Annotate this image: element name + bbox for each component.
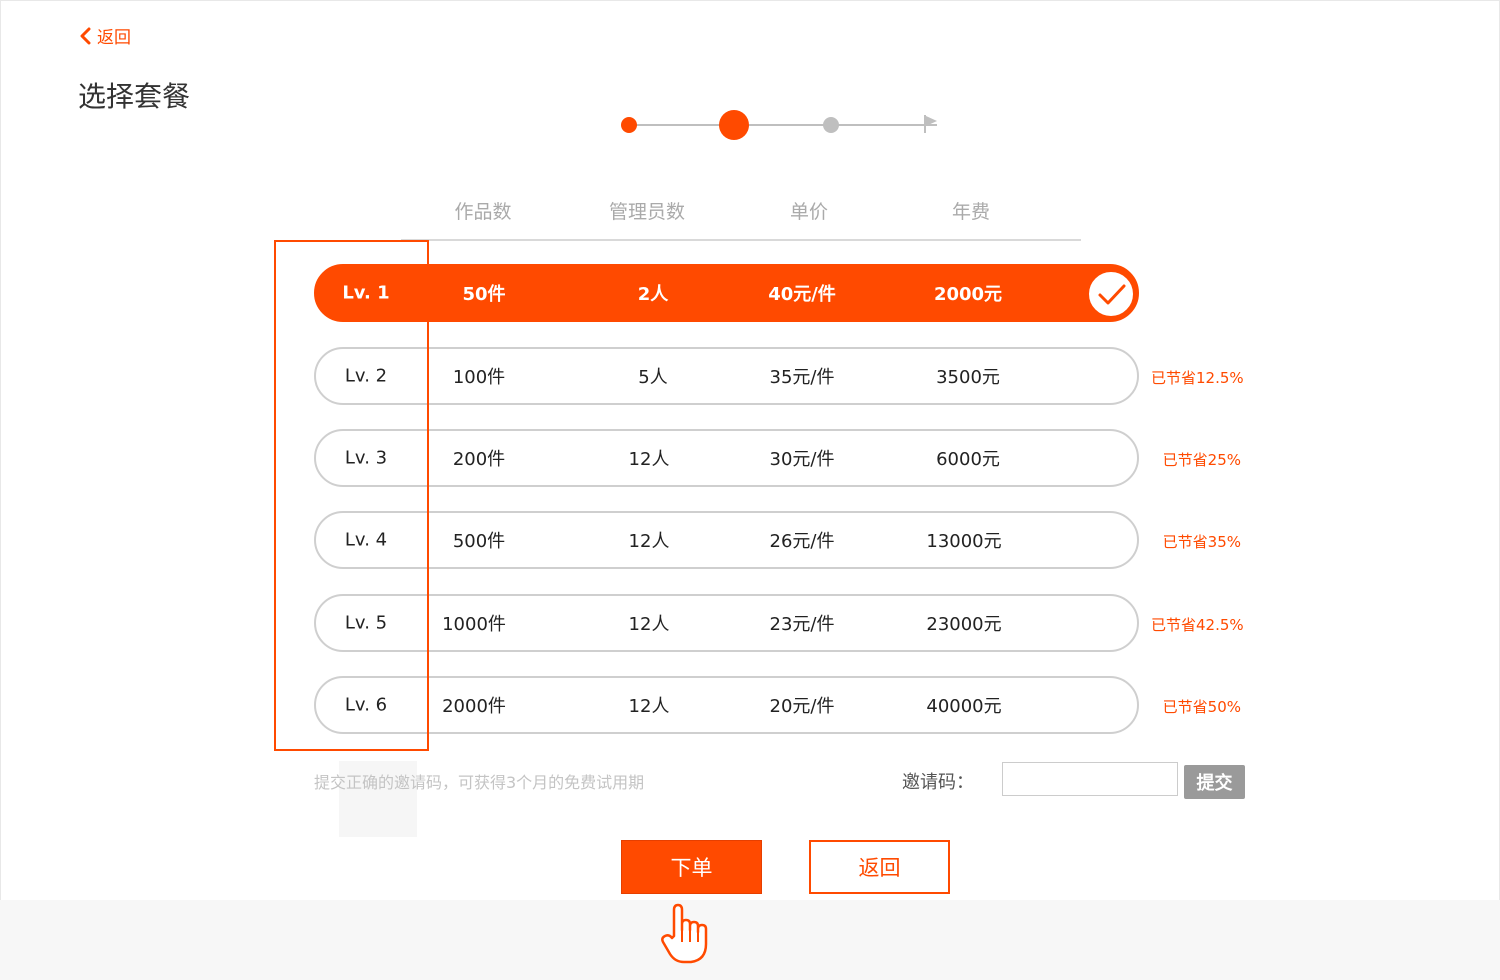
plan-saving-lv2: 已节省12.5% [1151,369,1244,387]
plan-annual-fee: 13000元 [926,531,1002,552]
plan-unit-price: 30元/件 [769,449,835,470]
plan-annual-fee: 23000元 [926,614,1002,635]
step-3-dot [823,117,839,133]
step-1-dot [621,117,637,133]
plan-row-lv5[interactable]: Lv. 5 1000件 12人 23元/件 23000元 [314,594,1139,652]
plan-unit-price: 20元/件 [769,696,835,717]
plan-unit-price: 26元/件 [769,531,835,552]
step-connector [747,124,937,126]
plan-row-lv3[interactable]: Lv. 3 200件 12人 30元/件 6000元 [314,429,1139,487]
column-header-unit-price: 单价 [789,201,829,223]
selected-badge [1087,270,1135,318]
plan-level: Lv. 3 [344,447,388,469]
plan-works: 2000件 [442,696,506,717]
invite-submit-button[interactable]: 提交 [1184,765,1245,799]
plan-annual-fee: 6000元 [936,449,1000,470]
back-link-label: 返回 [97,28,131,48]
plan-level: Lv. 5 [344,612,388,634]
plan-row-lv4[interactable]: Lv. 4 500件 12人 26元/件 13000元 [314,511,1139,569]
hand-pointer-icon [661,903,708,964]
plan-admins: 5人 [638,367,668,388]
plan-works: 50件 [462,284,506,305]
plan-admins: 12人 [628,531,670,552]
plan-works: 200件 [452,449,506,470]
plan-annual-fee: 40000元 [926,696,1002,717]
chevron-left-icon [80,27,91,44]
plan-admins: 12人 [628,449,670,470]
page-title: 选择套餐 [78,80,191,113]
step-2-dot [719,110,749,140]
plan-saving-lv6: 已节省50% [1162,698,1241,716]
invite-label: 邀请码： [902,772,974,793]
back-button[interactable]: 返回 [809,840,950,894]
plan-level: Lv. 4 [344,529,388,551]
plan-unit-price: 35元/件 [769,367,835,388]
plan-unit-price: 40元/件 [768,284,836,305]
invite-hint: 提交正确的邀请码，可获得3个月的免费试用期 [314,773,645,792]
column-header-annual-fee: 年费 [951,201,991,223]
plan-row-lv2[interactable]: Lv. 2 100件 5人 35元/件 3500元 [314,347,1139,405]
plan-works: 500件 [452,531,506,552]
table-header: 作品数 管理员数 单价 年费 [401,197,1081,241]
page-card: 返回 选择套餐 作品数 管理员数 单价 年费 Lv. 1 50件 2人 40元/… [0,0,1500,900]
plan-level: Lv. 1 [342,282,390,304]
plan-level: Lv. 6 [344,694,388,716]
plan-row-lv1[interactable]: Lv. 1 50件 2人 40元/件 2000元 [314,264,1139,322]
plan-saving-lv5: 已节省42.5% [1151,616,1244,634]
plan-annual-fee: 3500元 [936,367,1000,388]
plan-works: 1000件 [442,614,506,635]
plan-saving-lv3: 已节省25% [1162,451,1241,469]
plan-admins: 12人 [628,614,670,635]
plan-admins: 2人 [637,284,669,305]
back-link[interactable]: 返回 [79,23,131,48]
plan-row-lv6[interactable]: Lv. 6 2000件 12人 20元/件 40000元 [314,676,1139,734]
column-header-admins: 管理员数 [608,201,686,223]
plan-level: Lv. 2 [344,365,388,387]
plan-admins: 12人 [628,696,670,717]
plan-unit-price: 23元/件 [769,614,835,635]
flag-icon [924,115,937,133]
plan-annual-fee: 2000元 [933,284,1003,305]
column-header-works: 作品数 [454,201,512,223]
plan-saving-lv4: 已节省35% [1162,533,1241,551]
step-indicator [621,109,951,141]
place-order-button[interactable]: 下单 [621,840,762,894]
plan-works: 100件 [452,367,506,388]
check-icon [1098,284,1126,305]
invite-code-input[interactable] [1002,762,1178,796]
